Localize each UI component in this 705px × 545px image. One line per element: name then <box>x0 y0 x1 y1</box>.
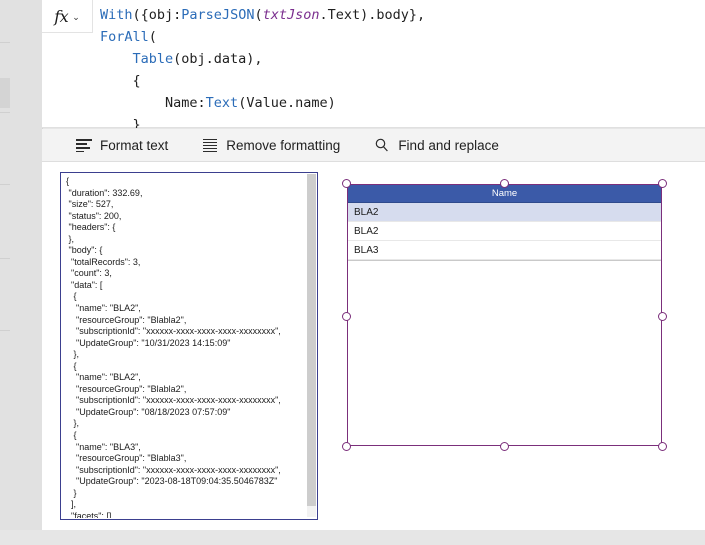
resize-handle-middle-left[interactable] <box>342 312 351 321</box>
rail-divider <box>0 330 10 331</box>
data-table[interactable]: Name BLA2 BLA2 BLA3 <box>347 184 662 446</box>
left-rail <box>0 0 43 545</box>
column-header-name: Name <box>491 188 518 199</box>
format-toolbar: Format text Remove formatting Find and r… <box>42 129 705 162</box>
formula-token: (obj.data), <box>173 51 263 67</box>
rail-chip[interactable] <box>0 78 10 108</box>
formula-token: { <box>100 73 141 89</box>
resize-handle-top-right[interactable] <box>658 179 667 188</box>
resize-handle-top-center[interactable] <box>500 179 509 188</box>
table-row[interactable]: BLA2 <box>348 222 661 241</box>
formula-token: ForAll <box>100 29 149 45</box>
resize-handle-bottom-left[interactable] <box>342 442 351 451</box>
remove-formatting-button[interactable]: Remove formatting <box>192 129 350 162</box>
formula-token: txtJson <box>262 7 320 23</box>
format-text-button[interactable]: Format text <box>66 129 178 162</box>
formula-token: Name: <box>100 95 206 111</box>
json-text-input[interactable]: { "duration": 332.69, "size": 527, "stat… <box>60 172 318 520</box>
formula-token: ( <box>148 29 157 45</box>
formula-token: } <box>100 117 141 128</box>
resize-handle-middle-right[interactable] <box>658 312 667 321</box>
remove-formatting-label: Remove formatting <box>226 137 341 153</box>
format-text-label: Format text <box>100 137 169 153</box>
formula-token: Text <box>205 95 239 111</box>
formula-token: Table <box>132 51 174 67</box>
json-scrollbar[interactable] <box>307 174 316 517</box>
data-table-control[interactable]: Name BLA2 BLA2 BLA3 <box>342 179 667 451</box>
formula-token: .Text).body}, <box>319 7 426 23</box>
formula-token: (Value.name) <box>238 95 336 111</box>
fx-expand-button[interactable]: fx ⌄ <box>42 0 93 33</box>
format-text-icon <box>76 138 92 153</box>
rail-divider <box>0 184 10 185</box>
rail-divider <box>0 258 10 259</box>
formula-token: ({obj: <box>132 7 182 23</box>
formula-token: With <box>100 7 133 23</box>
data-table-empty-area <box>348 260 661 262</box>
remove-formatting-icon <box>202 138 218 153</box>
data-table-body: BLA2 BLA2 BLA3 <box>348 203 661 260</box>
bottom-strip <box>0 530 705 545</box>
table-cell-name: BLA2 <box>354 225 379 237</box>
formula-token: ( <box>254 7 263 23</box>
json-scrollbar-thumb[interactable] <box>307 174 316 506</box>
table-cell-name: BLA2 <box>354 206 379 218</box>
chevron-down-icon: ⌄ <box>72 11 80 22</box>
formula-input[interactable]: With({obj:ParseJSON(txtJson.Text).body},… <box>93 0 705 128</box>
search-icon <box>374 138 390 152</box>
fx-icon: fx <box>54 6 69 26</box>
table-cell-name: BLA3 <box>354 244 379 256</box>
formula-token <box>100 51 133 67</box>
table-row[interactable]: BLA3 <box>348 241 661 260</box>
find-and-replace-button[interactable]: Find and replace <box>364 129 509 162</box>
table-row[interactable]: BLA2 <box>348 203 661 222</box>
resize-handle-bottom-center[interactable] <box>500 442 509 451</box>
json-text-content[interactable]: { "duration": 332.69, "size": 527, "stat… <box>61 173 301 518</box>
rail-divider <box>0 112 10 113</box>
resize-handle-top-left[interactable] <box>342 179 351 188</box>
app-canvas: { "duration": 332.69, "size": 527, "stat… <box>42 162 705 530</box>
formula-token: ParseJSON <box>181 7 255 23</box>
find-and-replace-label: Find and replace <box>398 137 499 153</box>
rail-divider <box>0 42 10 43</box>
formula-bar: fx ⌄ With({obj:ParseJSON(txtJson.Text).b… <box>42 0 705 128</box>
resize-handle-bottom-right[interactable] <box>658 442 667 451</box>
